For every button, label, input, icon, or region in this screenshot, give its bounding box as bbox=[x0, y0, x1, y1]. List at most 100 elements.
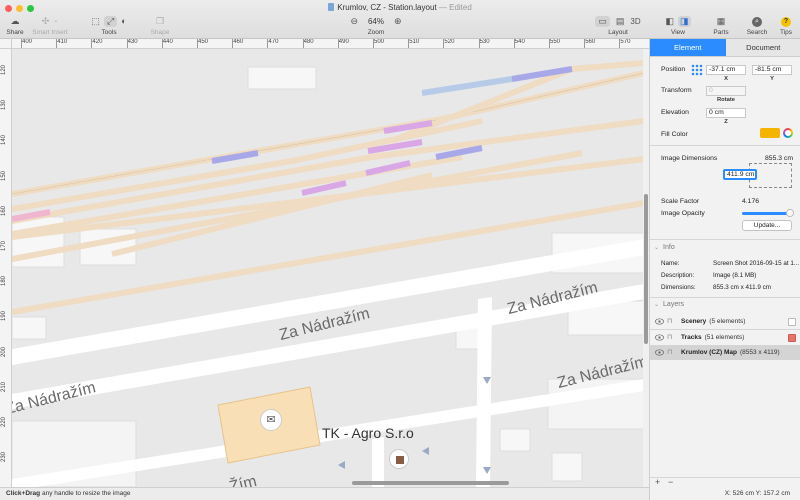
window-title-text: Krumlov, CZ - Station.layout bbox=[337, 3, 437, 12]
ruler-tick-label: 490 bbox=[338, 39, 349, 45]
rotate-label: Rotate bbox=[716, 97, 736, 103]
title-separator: — bbox=[438, 3, 447, 12]
ruler-tick bbox=[619, 39, 621, 48]
layout-split-icon[interactable]: ▤ bbox=[616, 16, 625, 27]
layout-canvas[interactable]: Za Nádražím Za Nádražím Za Nádražím Za N… bbox=[12, 49, 644, 487]
parts-button[interactable]: ▦ Parts bbox=[709, 15, 733, 36]
cursor-coordinates: X: 526 cm Y: 157.2 cm bbox=[724, 490, 790, 497]
ruler-tick-label: 530 bbox=[479, 39, 490, 45]
map-image bbox=[12, 49, 644, 487]
ruler-tick-label: 500 bbox=[374, 39, 385, 45]
tab-document[interactable]: Document bbox=[726, 39, 800, 56]
scale-factor-label: Scale Factor bbox=[661, 198, 700, 205]
ruler-tick bbox=[197, 39, 198, 48]
left-sidebar-icon[interactable]: ◧ bbox=[665, 16, 674, 27]
ruler-tick bbox=[443, 39, 445, 48]
layer-color-chip[interactable] bbox=[788, 334, 796, 342]
ruler-tick-label: 540 bbox=[514, 39, 525, 45]
info-section-header[interactable]: ⌄ Info bbox=[654, 244, 675, 251]
unlock-icon[interactable]: ⊓ bbox=[667, 318, 672, 325]
layer-color-chip[interactable] bbox=[788, 318, 796, 326]
one-way-arrow-icon bbox=[422, 447, 429, 455]
zoom-in-icon[interactable]: ⊕ bbox=[394, 16, 402, 27]
horizontal-scroll-thumb[interactable] bbox=[352, 481, 509, 485]
vertical-scroll-thumb[interactable] bbox=[644, 194, 648, 344]
position-y-field[interactable]: -81.5 cm bbox=[752, 65, 792, 75]
tab-element[interactable]: Element bbox=[650, 39, 726, 56]
layers-section-header[interactable]: ⌄ Layers bbox=[654, 301, 684, 308]
layers-header-label: Layers bbox=[663, 301, 685, 308]
rotate-field[interactable]: 0 bbox=[706, 86, 746, 96]
position-x-field[interactable]: -37.1 cm bbox=[706, 65, 746, 75]
status-hint-text: any handle to resize the image bbox=[40, 490, 131, 497]
transform-label: Transform bbox=[661, 87, 692, 94]
ruler-tick bbox=[373, 39, 374, 48]
divider bbox=[650, 145, 800, 146]
tips-button[interactable]: ? Tips bbox=[775, 15, 797, 36]
tips-icon: ? bbox=[781, 16, 791, 27]
eye-icon[interactable] bbox=[655, 318, 664, 325]
eye-icon[interactable] bbox=[655, 349, 664, 356]
image-opacity-slider[interactable] bbox=[742, 212, 792, 215]
ruler-tick bbox=[91, 39, 93, 48]
shape-label: Shape bbox=[150, 29, 170, 36]
select-tool-icon[interactable]: ⬚ bbox=[91, 16, 100, 27]
layer-row-tracks[interactable]: ⊓ Tracks (51 elements) bbox=[650, 330, 800, 345]
layout-2d-icon[interactable]: ▭ bbox=[595, 16, 610, 27]
shop-icon bbox=[389, 449, 409, 469]
layer-row-map[interactable]: ⊓ Krumlov (CZ) Map (8553 x 4119) bbox=[650, 345, 800, 360]
anchor-grid-icon[interactable] bbox=[691, 64, 703, 76]
image-opacity-label: Image Opacity bbox=[661, 210, 705, 217]
contrast-tool-icon[interactable]: ◐ bbox=[121, 16, 126, 27]
zoom-out-icon[interactable]: ⊖ bbox=[350, 16, 358, 27]
shape-icon: ❐ bbox=[155, 16, 165, 26]
track-tool-icon[interactable]: ⤢ bbox=[103, 16, 118, 27]
layer-name: Scenery (5 elements) bbox=[681, 314, 745, 329]
search-button[interactable]: ⌕ Search bbox=[743, 15, 771, 36]
image-height-field[interactable]: 411.9 cm bbox=[723, 169, 757, 180]
right-sidebar-icon[interactable]: ◨ bbox=[678, 16, 691, 27]
inspector-panel: Element Document Position -37.1 cm -81.5… bbox=[649, 39, 800, 500]
ruler-tick-label: 440 bbox=[162, 39, 173, 45]
layer-row-scenery[interactable]: ⊓ Scenery (5 elements) bbox=[650, 314, 800, 329]
cloud-upload-icon: ☁ bbox=[10, 16, 20, 26]
smart-insert-button[interactable]: ✣ ⌄ Smart Insert bbox=[30, 15, 70, 36]
layer-name: Tracks (51 elements) bbox=[681, 330, 744, 345]
layout-3d-button[interactable]: 3D bbox=[630, 16, 640, 27]
ruler-tick-label: 140 bbox=[1, 135, 7, 146]
layer-count: (5 elements) bbox=[709, 318, 746, 325]
ruler-tick-label: 560 bbox=[585, 39, 596, 45]
window-title: Krumlov, CZ - Station.layout — Edited bbox=[0, 3, 800, 12]
layer-title: Tracks bbox=[681, 334, 702, 341]
edited-status: Edited bbox=[449, 3, 472, 12]
ruler-tick bbox=[232, 39, 234, 48]
layout-label: Layout bbox=[608, 29, 628, 36]
color-wheel-icon[interactable] bbox=[783, 128, 793, 138]
x-label: X bbox=[724, 76, 728, 82]
ruler-tick-label: 460 bbox=[233, 39, 244, 45]
share-button[interactable]: ☁ Share bbox=[2, 15, 28, 36]
update-button[interactable]: Update... bbox=[742, 220, 792, 231]
poi-label: TK - Agro S.r.o bbox=[322, 425, 414, 441]
unlock-icon[interactable]: ⊓ bbox=[667, 334, 672, 341]
shape-button[interactable]: ❐ Shape bbox=[148, 15, 172, 36]
one-way-arrow-icon bbox=[483, 377, 491, 384]
elevation-field[interactable]: 0 cm bbox=[706, 108, 746, 118]
remove-layer-button[interactable]: − bbox=[668, 477, 673, 487]
ruler-tick bbox=[126, 39, 128, 48]
eye-icon[interactable] bbox=[655, 334, 664, 341]
image-opacity-slider-knob[interactable] bbox=[785, 209, 794, 217]
unlock-icon[interactable]: ⊓ bbox=[667, 349, 672, 356]
add-layer-button[interactable]: + bbox=[655, 477, 660, 487]
info-name-value: Screen Shot 2016-09-15 at 1... bbox=[713, 260, 799, 267]
layer-count: (51 elements) bbox=[704, 334, 745, 341]
info-dimensions-label: Dimensions: bbox=[661, 284, 696, 291]
ruler-tick-label: 130 bbox=[1, 100, 7, 111]
ruler-tick-label: 160 bbox=[1, 205, 7, 216]
search-label: Search bbox=[746, 29, 768, 36]
ruler-tick-label: 200 bbox=[1, 346, 7, 357]
fill-color-swatch[interactable] bbox=[760, 128, 780, 138]
y-label: Y bbox=[770, 76, 774, 82]
scale-factor-value: 4.176 bbox=[742, 198, 760, 205]
layer-title: Scenery bbox=[681, 318, 707, 325]
